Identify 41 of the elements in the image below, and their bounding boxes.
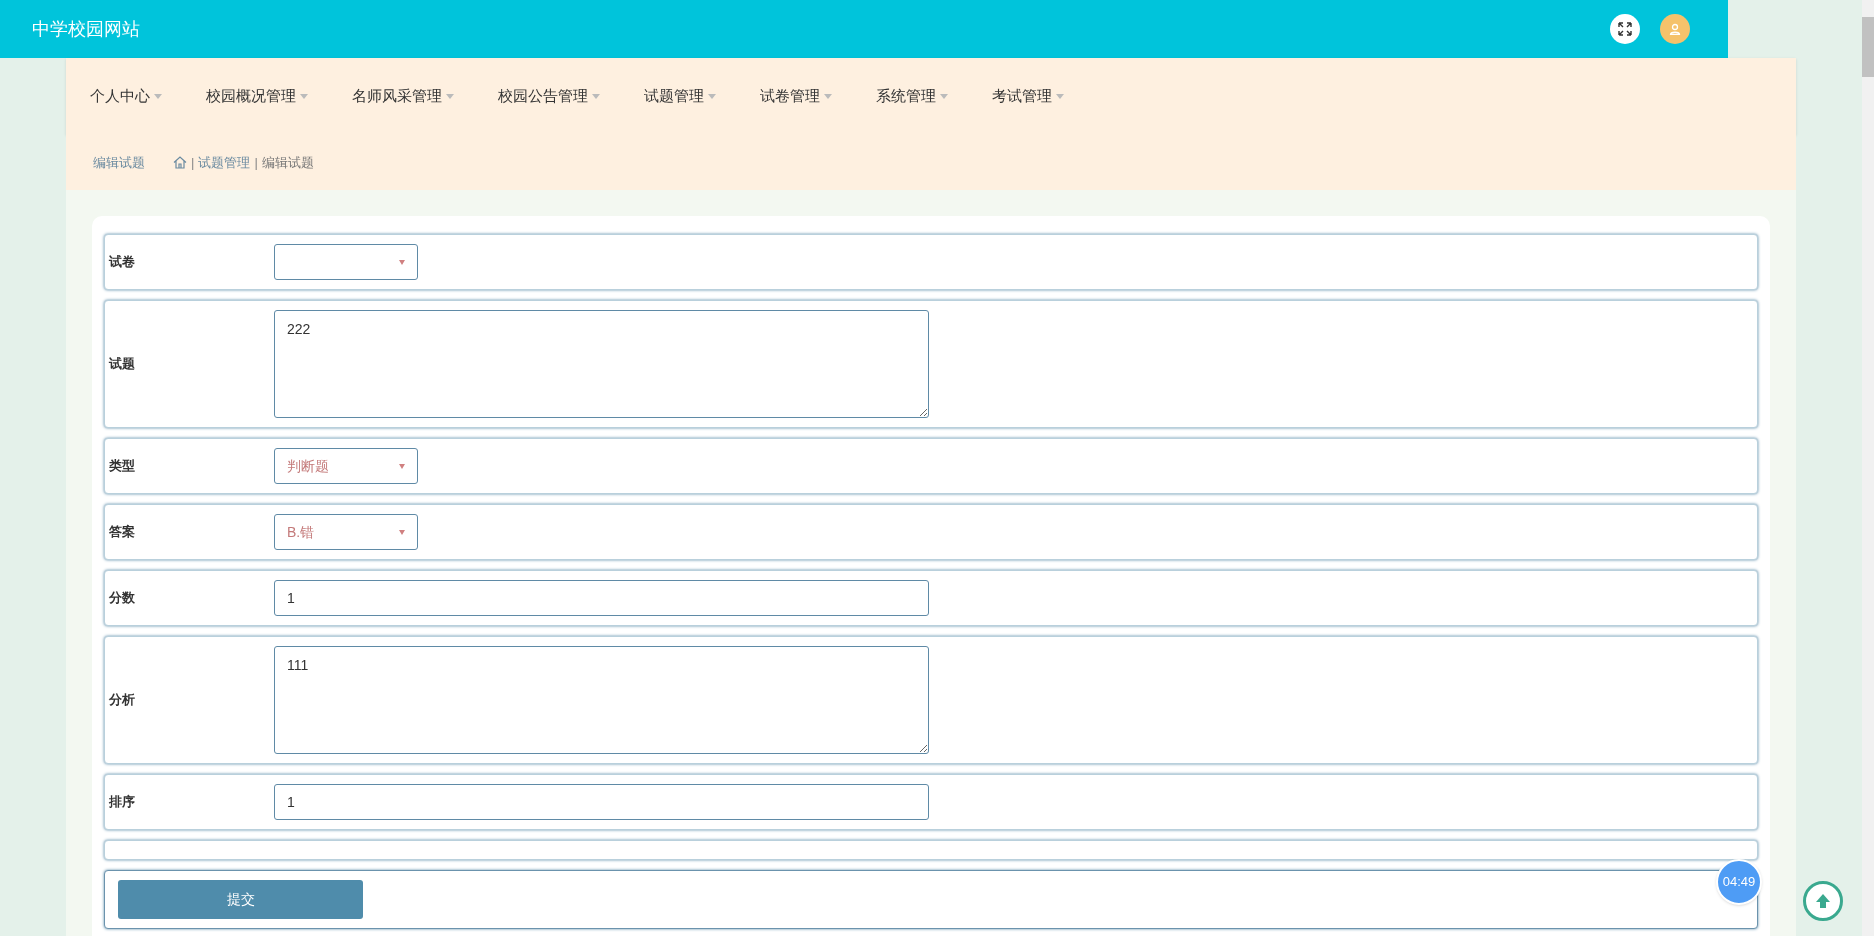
field-label: 答案 (109, 523, 136, 542)
caret-icon (446, 94, 454, 99)
caret-icon (708, 94, 716, 99)
select-field[interactable] (274, 244, 418, 280)
nav-menu-item[interactable]: 校园概况管理 (206, 85, 308, 108)
nav-menu-item[interactable]: 个人中心 (90, 85, 162, 108)
caret-icon (1056, 94, 1064, 99)
input-field[interactable]: 1 (274, 784, 929, 820)
caret-icon (300, 94, 308, 99)
back-to-top-icon[interactable] (1803, 881, 1843, 921)
field-label: 分析 (109, 691, 136, 710)
home-icon[interactable] (173, 156, 187, 169)
fullscreen-icon[interactable] (1610, 14, 1640, 44)
caret-icon (399, 259, 405, 265)
submit-button[interactable]: 提交 (118, 880, 363, 919)
field-label: 试题 (109, 355, 136, 374)
nav-menu-item[interactable]: 试卷管理 (760, 85, 832, 108)
nav-menu-item[interactable]: 校园公告管理 (498, 85, 600, 108)
field-label: 类型 (109, 457, 136, 476)
field-label: 排序 (109, 793, 136, 812)
text-area[interactable]: 111 (274, 646, 929, 754)
caret-icon (824, 94, 832, 99)
caret-icon (399, 463, 405, 469)
breadcrumb-separator: | (254, 153, 258, 172)
caret-icon (940, 94, 948, 99)
nav-menu-item[interactable]: 系统管理 (876, 85, 948, 108)
caret-icon (592, 94, 600, 99)
caret-icon (154, 94, 162, 99)
caret-icon (399, 529, 405, 535)
text-area[interactable]: 222 (274, 310, 929, 418)
input-field[interactable]: 1 (274, 580, 929, 616)
field-label: 试卷 (109, 253, 136, 272)
nav-menu-item[interactable]: 名师风采管理 (352, 85, 454, 108)
site-title: 中学校园网站 (32, 17, 140, 41)
user-avatar-icon[interactable] (1660, 14, 1690, 44)
nav-menu-item[interactable]: 考试管理 (992, 85, 1064, 108)
page-title: 编辑试题 (93, 153, 145, 172)
field-label: 分数 (109, 589, 136, 608)
nav-menu-item[interactable]: 试题管理 (644, 85, 716, 108)
breadcrumb-separator: | (191, 153, 195, 172)
breadcrumb-link[interactable]: 编辑试题 (261, 152, 314, 173)
